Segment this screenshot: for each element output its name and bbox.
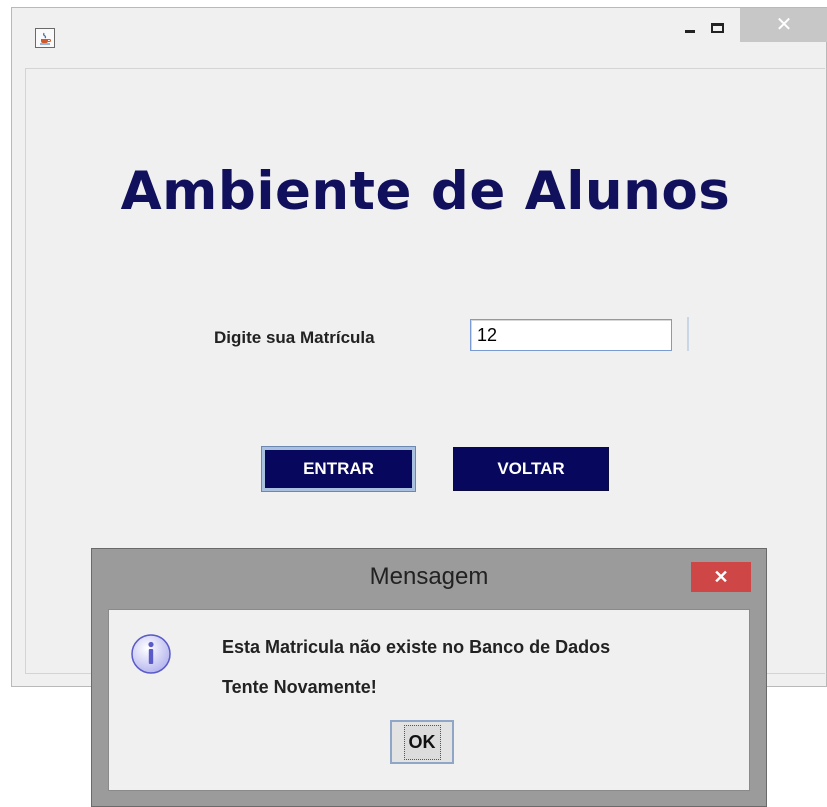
ok-button[interactable]: OK <box>390 720 454 764</box>
maximize-button[interactable] <box>702 15 732 41</box>
message-text: Esta Matricula não existe no Banco de Da… <box>222 637 611 657</box>
close-button[interactable]: ✕ <box>740 8 827 42</box>
entrar-button[interactable]: ENTRAR <box>261 446 416 492</box>
java-cup-icon[interactable] <box>35 28 55 48</box>
matricula-label: Digite sua Matrícula <box>214 328 375 347</box>
maximize-icon <box>710 23 724 33</box>
message-dialog: Mensagem ✕ Esta Matricula não existe no … <box>91 548 767 807</box>
message-text-secondary: Tente Novamente! <box>222 677 377 697</box>
close-icon: ✕ <box>713 566 729 587</box>
info-icon <box>131 634 171 674</box>
voltar-button[interactable]: VOLTAR <box>453 447 609 491</box>
dialog-title: Mensagem <box>369 563 489 590</box>
minimize-icon <box>685 30 695 33</box>
input-separator <box>687 317 689 351</box>
title-bar[interactable]: ✕ <box>12 8 827 68</box>
dialog-body: Esta Matricula não existe no Banco de Da… <box>108 609 750 791</box>
page-title: Ambiente de Alunos <box>120 161 731 222</box>
minimize-button[interactable] <box>675 15 705 41</box>
matricula-input[interactable] <box>470 319 672 351</box>
close-icon: ✕ <box>775 14 793 36</box>
dialog-close-button[interactable]: ✕ <box>691 562 751 592</box>
ok-button-label: OK <box>403 724 441 760</box>
